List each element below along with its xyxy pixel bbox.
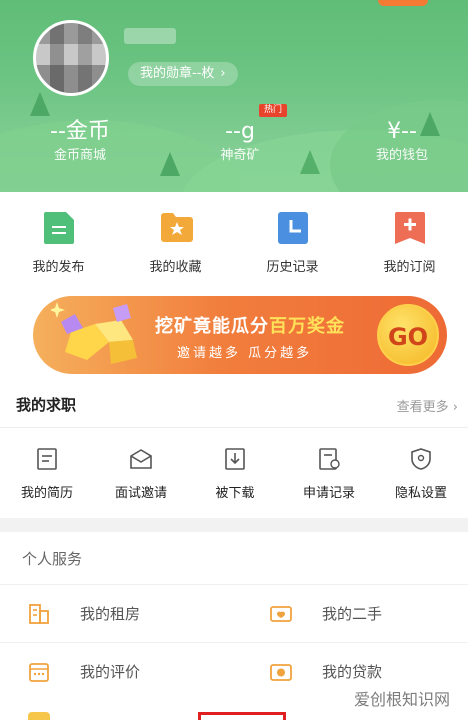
job-interview[interactable]: 面试邀请 xyxy=(94,448,188,501)
highlight-box xyxy=(198,712,286,720)
job-privacy[interactable]: 隐私设置 xyxy=(374,448,468,501)
banner-title-highlight: 百万奖金 xyxy=(269,316,345,337)
job-applications[interactable]: 申请记录 xyxy=(282,448,376,501)
services-row: 我的租房 我的二手 xyxy=(0,584,468,642)
chevron-right-icon: › xyxy=(220,66,226,81)
corner-badge xyxy=(378,0,428,6)
star-folder-icon xyxy=(160,212,193,244)
resume-icon xyxy=(35,448,59,470)
services-title: 个人服务 xyxy=(22,550,83,568)
tree-decoration xyxy=(160,152,180,176)
banner-section: 挖矿竟能瓜分百万奖金 邀请越多 瓜分越多 GO xyxy=(0,282,468,382)
partial-service-icon xyxy=(28,712,50,720)
service-secondhand[interactable]: 我的二手 xyxy=(242,585,468,643)
record-icon xyxy=(317,448,341,470)
quick-favorites[interactable]: 我的收藏 xyxy=(117,212,234,275)
go-button[interactable]: GO xyxy=(377,304,439,366)
medal-button[interactable]: 我的勋章--枚 › xyxy=(128,62,238,86)
job-section-header: 我的求职 查看更多 › xyxy=(0,382,468,428)
stat-magic-ore[interactable]: --g 神奇矿 xyxy=(180,118,300,166)
hot-badge: 热门 xyxy=(259,104,288,117)
service-label: 我的评价 xyxy=(80,663,141,681)
job-label: 隐私设置 xyxy=(394,486,447,501)
quick-label: 我的订阅 xyxy=(383,260,436,275)
service-label: 我的贷款 xyxy=(322,663,383,681)
service-label: 我的租房 xyxy=(80,605,141,623)
job-label: 申请记录 xyxy=(302,486,355,501)
service-rental[interactable]: 我的租房 xyxy=(0,585,234,643)
envelope-icon xyxy=(129,448,153,470)
gold-gems-icon xyxy=(51,302,137,364)
stat-value: --金币 xyxy=(50,119,110,144)
view-more-label: 查看更多 xyxy=(396,400,449,415)
personal-services: 个人服务 我的租房 我的二手 我的评价 我的贷款 爱创根知识网 xyxy=(0,532,468,720)
plus-bookmark-icon xyxy=(394,212,425,244)
loan-icon xyxy=(270,661,292,683)
quick-my-posts[interactable]: 我的发布 xyxy=(0,212,117,275)
quick-history[interactable]: 历史记录 xyxy=(234,212,351,275)
job-resume[interactable]: 我的简历 xyxy=(0,448,94,501)
profile-header: 我的勋章--枚 › 热门 --金币 金币商城 --g 神奇矿 ¥-- 我的钱包 xyxy=(0,0,468,192)
tree-decoration xyxy=(30,92,50,116)
quick-label: 历史记录 xyxy=(266,260,319,275)
building-icon xyxy=(28,603,50,625)
shield-icon xyxy=(409,448,433,470)
quick-label: 我的发布 xyxy=(32,260,85,275)
review-icon xyxy=(28,661,50,683)
job-downloaded[interactable]: 被下载 xyxy=(188,448,282,501)
stat-value: --g xyxy=(225,119,255,144)
document-icon xyxy=(43,212,74,244)
profile-page: 我的勋章--枚 › 热门 --金币 金币商城 --g 神奇矿 ¥-- 我的钱包 … xyxy=(0,0,468,720)
job-label: 被下载 xyxy=(215,486,255,501)
secondhand-icon xyxy=(270,603,292,625)
job-actions: 我的简历 面试邀请 被下载 申请记录 隐私设置 xyxy=(0,428,468,518)
view-more-link[interactable]: 查看更多 › xyxy=(397,396,458,415)
job-label: 面试邀请 xyxy=(114,486,167,501)
quick-actions: 我的发布 我的收藏 历史记录 我的订阅 xyxy=(0,192,468,282)
chevron-right-icon: › xyxy=(452,400,458,415)
banner-title: 挖矿竟能瓜分百万奖金 xyxy=(155,312,345,338)
service-label: 我的二手 xyxy=(322,605,383,623)
watermark: 爱创根知识网 xyxy=(353,690,450,709)
stat-label: 神奇矿 xyxy=(220,148,260,163)
stat-label: 我的钱包 xyxy=(375,148,428,163)
mining-promo-banner[interactable]: 挖矿竟能瓜分百万奖金 邀请越多 瓜分越多 GO xyxy=(33,296,447,374)
avatar[interactable] xyxy=(33,20,109,96)
stat-label: 金币商城 xyxy=(53,148,106,163)
quick-label: 我的收藏 xyxy=(149,260,202,275)
job-label: 我的简历 xyxy=(20,486,73,501)
service-review[interactable]: 我的评价 xyxy=(0,643,234,701)
banner-title-main: 挖矿竟能瓜分 xyxy=(155,316,269,337)
stat-value: ¥-- xyxy=(387,119,417,144)
clock-icon xyxy=(277,212,308,244)
banner-subtitle: 邀请越多 瓜分越多 xyxy=(177,346,313,361)
medal-label: 我的勋章--枚 xyxy=(140,66,215,81)
stat-gold-coins[interactable]: --金币 金币商城 xyxy=(20,118,140,166)
quick-subscriptions[interactable]: 我的订阅 xyxy=(351,212,468,275)
stat-wallet[interactable]: ¥-- 我的钱包 xyxy=(342,118,462,166)
username-blurred xyxy=(124,28,176,44)
download-icon xyxy=(223,448,247,470)
section-title: 我的求职 xyxy=(16,396,77,414)
tree-decoration xyxy=(300,150,320,174)
